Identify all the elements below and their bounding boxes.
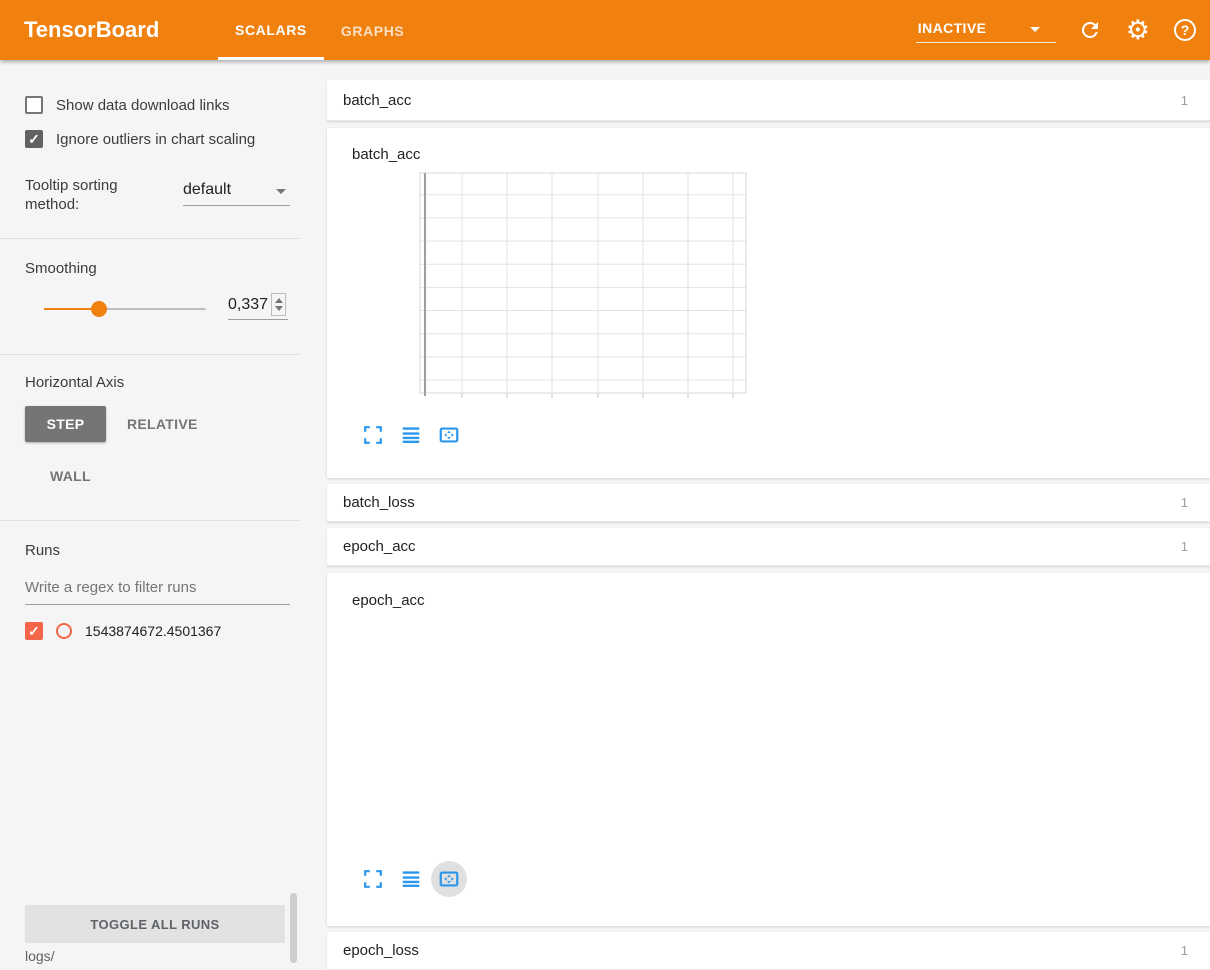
log-scale-icon[interactable] xyxy=(400,868,422,890)
help-icon[interactable]: ? xyxy=(1174,19,1196,41)
checkbox-label: Show data download links xyxy=(56,97,229,114)
checkbox-checked-icon[interactable]: ✓ xyxy=(25,130,43,148)
chart-toolbar xyxy=(362,424,476,446)
stepper-down-icon[interactable] xyxy=(275,306,283,311)
category-count: 1 xyxy=(1181,943,1188,958)
slider-knob[interactable] xyxy=(91,301,107,317)
category-name: epoch_loss xyxy=(343,942,419,959)
checkbox-show-download-links[interactable]: Show data download links xyxy=(25,96,229,114)
refresh-icon[interactable] xyxy=(1078,18,1102,42)
logdir-label: logs/ xyxy=(25,948,55,964)
tab-scalars[interactable]: SCALARS xyxy=(218,0,324,60)
horizontal-axis-label: Horizontal Axis xyxy=(25,374,124,391)
toggle-all-runs-button[interactable]: TOGGLE ALL RUNS xyxy=(25,905,285,943)
smoothing-slider[interactable] xyxy=(44,308,206,310)
smoothing-label: Smoothing xyxy=(25,260,97,277)
fit-domain-icon[interactable] xyxy=(438,868,460,890)
category-name: batch_loss xyxy=(343,494,415,511)
status-dropdown[interactable]: INACTIVE xyxy=(916,17,1056,43)
category-count: 1 xyxy=(1181,495,1188,510)
axis-button-wall[interactable]: WALL xyxy=(42,458,99,494)
header-actions: INACTIVE ⚙ ? xyxy=(916,0,1210,60)
divider xyxy=(0,238,300,239)
run-color-swatch-icon[interactable] xyxy=(56,623,72,639)
checkbox-ignore-outliers[interactable]: ✓ Ignore outliers in chart scaling xyxy=(25,130,255,148)
chart-title: epoch_acc xyxy=(352,592,425,609)
category-header-batch-loss[interactable]: batch_loss 1 xyxy=(327,484,1210,522)
chart-title: batch_acc xyxy=(352,146,420,163)
stepper-up-icon[interactable] xyxy=(275,298,283,303)
tooltip-sorting-dropdown[interactable]: default xyxy=(183,181,290,206)
batch-acc-card: batch_acc xyxy=(327,128,1210,478)
number-stepper[interactable] xyxy=(271,293,286,316)
status-dropdown-value: INACTIVE xyxy=(918,20,987,36)
nav-tabs: SCALARS GRAPHS xyxy=(218,0,421,60)
category-name: epoch_acc xyxy=(343,538,416,555)
smoothing-value-box: 0,337 xyxy=(228,293,288,320)
divider xyxy=(0,354,300,355)
run-name: 1543874672.4501367 xyxy=(85,623,221,639)
chart-toolbar xyxy=(362,868,476,890)
epoch-acc-card: epoch_acc xyxy=(327,573,1210,926)
sidebar-scrollbar[interactable] xyxy=(290,893,297,963)
expand-icon[interactable] xyxy=(362,868,384,890)
checkbox-label: Ignore outliers in chart scaling xyxy=(56,131,255,148)
checkbox-unchecked-icon[interactable] xyxy=(25,96,43,114)
divider xyxy=(0,520,300,521)
tab-graphs[interactable]: GRAPHS xyxy=(324,0,422,60)
runs-label: Runs xyxy=(25,542,60,559)
axis-button-relative[interactable]: RELATIVE xyxy=(119,406,206,442)
app-header: TensorBoard SCALARS GRAPHS INACTIVE ⚙ ? xyxy=(0,0,1210,60)
fit-domain-icon[interactable] xyxy=(438,424,460,446)
run-row[interactable]: ✓ 1543874672.4501367 xyxy=(25,622,221,640)
chevron-down-icon xyxy=(276,189,286,194)
run-checkbox-checked-icon[interactable]: ✓ xyxy=(25,622,43,640)
category-header-batch-acc[interactable]: batch_acc 1 xyxy=(327,80,1210,121)
category-header-epoch-loss[interactable]: epoch_loss 1 xyxy=(327,932,1210,970)
epoch-acc-chart[interactable] xyxy=(340,615,760,867)
log-scale-icon[interactable] xyxy=(400,424,422,446)
chevron-down-icon xyxy=(1030,27,1040,32)
smoothing-value[interactable]: 0,337 xyxy=(228,296,268,314)
tooltip-sorting-label: Tooltip sorting method: xyxy=(25,176,160,214)
category-header-epoch-acc[interactable]: epoch_acc 1 xyxy=(327,528,1210,566)
category-count: 1 xyxy=(1181,93,1188,108)
app-title: TensorBoard xyxy=(24,0,159,60)
batch-acc-chart[interactable] xyxy=(340,168,760,416)
expand-icon[interactable] xyxy=(362,424,384,446)
category-count: 1 xyxy=(1181,539,1188,554)
runs-filter-input[interactable] xyxy=(25,575,290,605)
tooltip-sorting-value: default xyxy=(183,181,231,198)
settings-icon[interactable]: ⚙ xyxy=(1126,17,1150,44)
category-name: batch_acc xyxy=(343,92,411,109)
axis-button-step[interactable]: STEP xyxy=(25,406,106,442)
settings-sidebar: Show data download links ✓ Ignore outlie… xyxy=(0,60,300,958)
